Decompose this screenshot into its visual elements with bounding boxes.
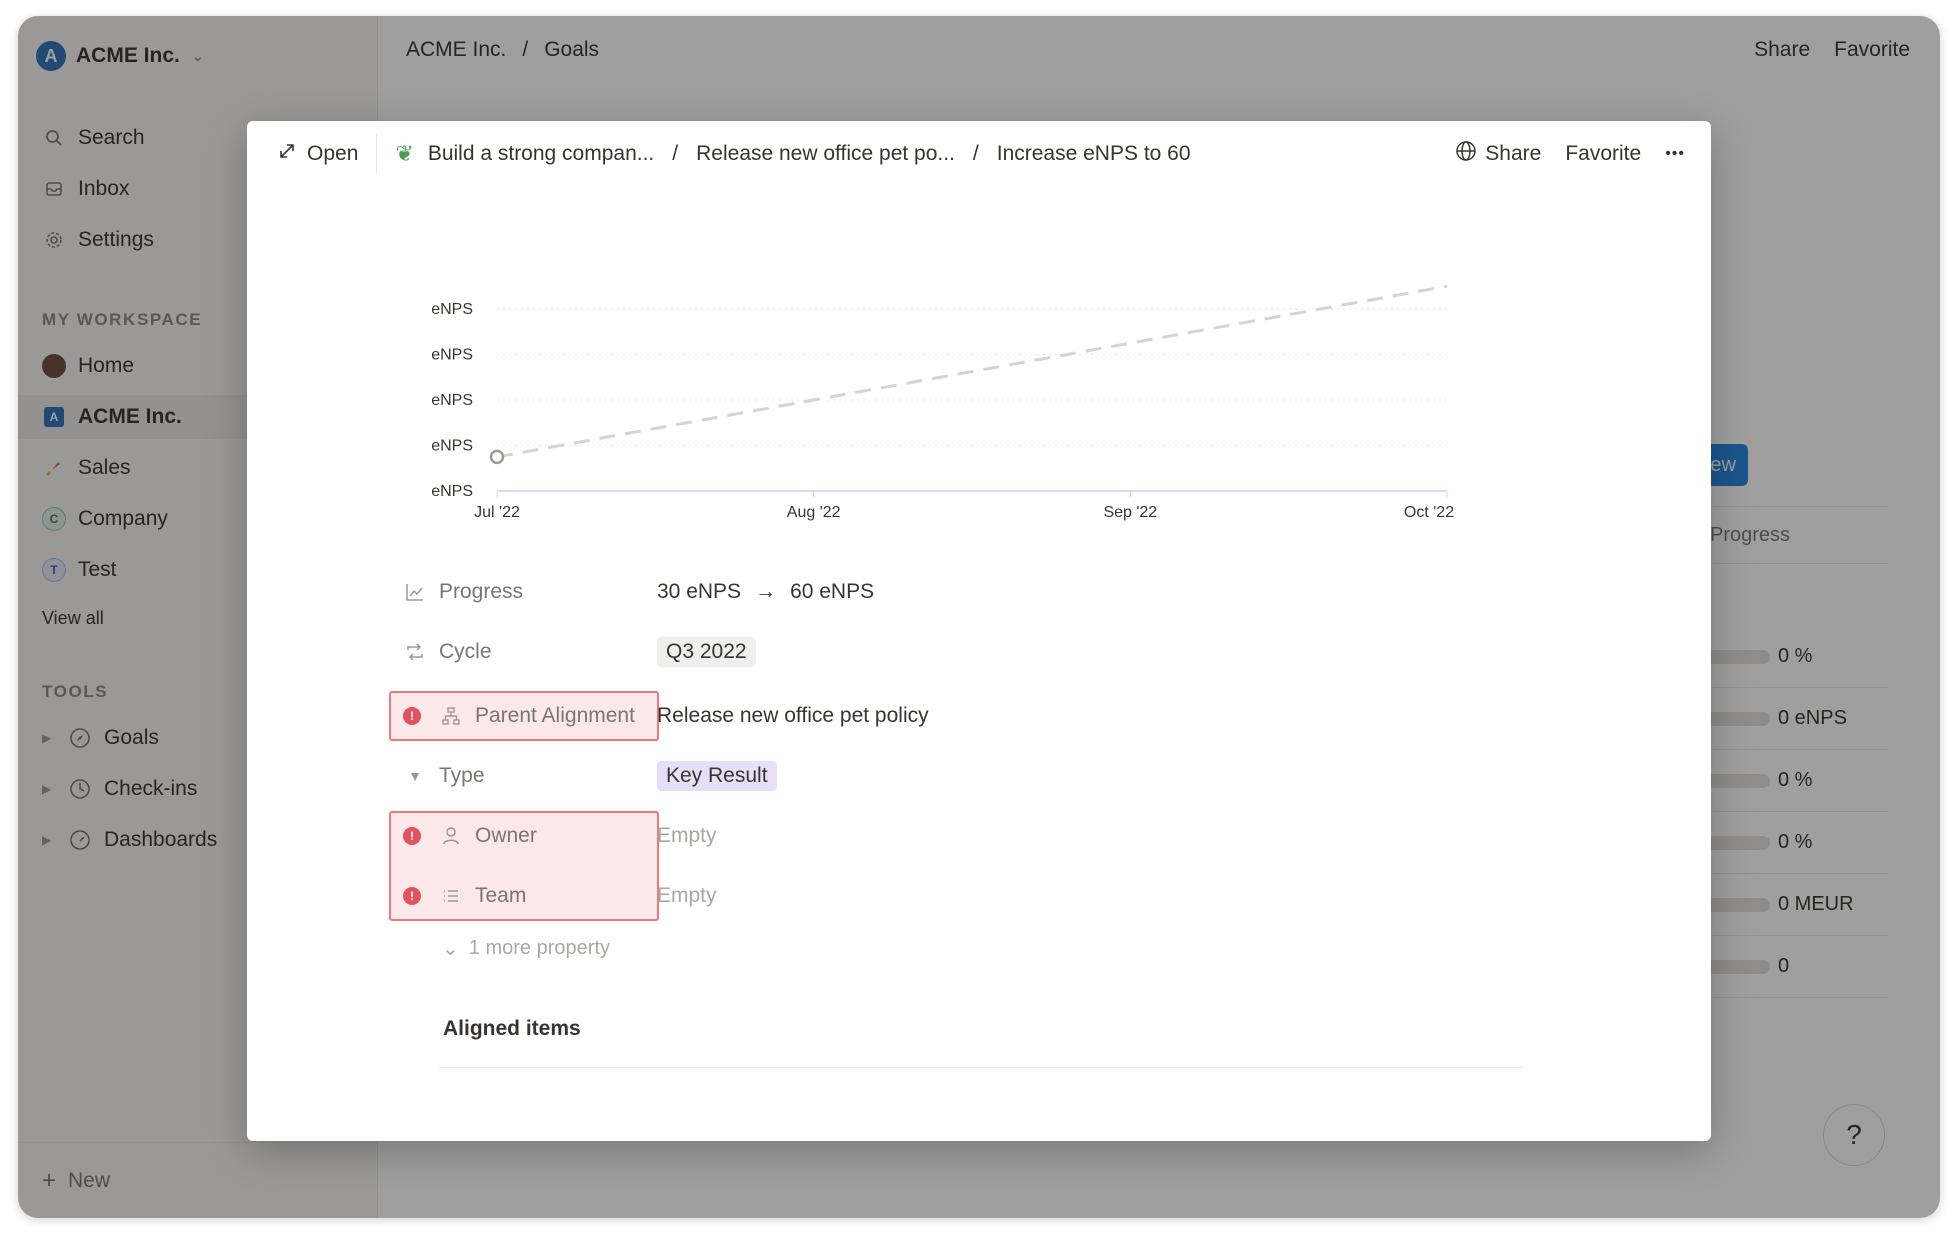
property-label: Progress — [439, 580, 524, 603]
chevron-down-icon: ⌄ — [442, 938, 459, 960]
person-icon — [439, 824, 463, 848]
y-tick-label: 56 eNPS — [427, 301, 473, 318]
property-type[interactable]: ▼ Type Key Result — [387, 752, 1387, 800]
modal-actions: Share Favorite ••• — [1455, 121, 1685, 187]
property-label: Parent Alignment — [475, 704, 635, 727]
more-properties-toggle[interactable]: ⌄ 1 more property — [442, 936, 610, 961]
open-full-page-button[interactable]: Open — [277, 134, 378, 174]
x-tick-label: Sep '22 — [1103, 504, 1157, 521]
property-owner[interactable]: ! Owner Empty — [387, 812, 1387, 860]
property-parent-alignment[interactable]: ! Parent Alignment Release new office pe… — [387, 692, 1387, 740]
x-tick-label: Oct '22 — [1404, 504, 1454, 521]
y-tick-label: 48 eNPS — [427, 347, 473, 364]
crumb-current[interactable]: Increase eNPS to 60 — [997, 142, 1191, 166]
expand-arrow-icon — [277, 141, 297, 167]
more-options-icon[interactable]: ••• — [1665, 145, 1685, 163]
property-value: Q3 2022 — [657, 637, 756, 667]
share-label: Share — [1485, 142, 1542, 165]
data-point — [489, 449, 505, 465]
goal-detail-modal: Open ❦ Build a strong compan... / Releas… — [247, 121, 1711, 1141]
list-icon — [439, 884, 463, 908]
progress-chart: 56 eNPS 48 eNPS 40 eNPS 32 eNPS 24 eNPSJul '… — [427, 284, 1454, 521]
property-name: ! Parent Alignment — [387, 704, 657, 728]
target-trend-line — [496, 284, 1448, 459]
property-value: Empty — [657, 884, 717, 908]
arrow-right-icon: → — [755, 580, 777, 603]
property-name: ! Owner — [387, 824, 657, 848]
progress-start: 30 eNPS — [657, 580, 742, 603]
globe-icon — [1455, 140, 1477, 168]
modal-share-button[interactable]: Share — [1455, 140, 1541, 168]
caret-down-icon: ▼ — [408, 768, 422, 784]
hierarchy-icon — [439, 704, 463, 728]
crumb-parent-goal[interactable]: Build a strong compan... — [428, 142, 654, 166]
y-tick-label: 40 eNPS — [427, 392, 473, 409]
progress-target: 60 eNPS — [790, 580, 875, 603]
property-name: Progress — [387, 580, 657, 604]
property-label: Team — [475, 884, 527, 907]
cycle-tag: Q3 2022 — [657, 637, 756, 667]
property-value: Empty — [657, 824, 717, 848]
property-cycle[interactable]: Cycle Q3 2022 — [387, 628, 1387, 676]
x-tick-label: Jul '22 — [474, 504, 520, 521]
property-label: Cycle — [439, 640, 492, 663]
line-chart-icon — [403, 580, 427, 604]
more-property-label: 1 more property — [468, 937, 610, 959]
property-value: 30 eNPS → 60 eNPS — [657, 580, 874, 604]
owner-empty[interactable]: Empty — [657, 824, 717, 848]
leaf-icon: ❦ — [395, 141, 414, 166]
error-icon: ! — [403, 707, 421, 725]
team-empty[interactable]: Empty — [657, 884, 717, 908]
error-icon: ! — [403, 827, 421, 845]
crumb-separator: / — [972, 142, 979, 165]
property-name: ! Team — [387, 884, 657, 908]
y-tick-label: 24 eNPS — [427, 483, 473, 500]
modal-breadcrumb: ❦ Build a strong compan... / Release new… — [395, 141, 1190, 167]
y-tick-label: 32 eNPS — [427, 438, 473, 455]
property-value: Release new office pet policy — [657, 704, 929, 728]
parent-alignment-value[interactable]: Release new office pet policy — [657, 704, 929, 728]
property-label: Owner — [475, 824, 537, 847]
open-label: Open — [307, 142, 359, 165]
property-label: Type — [439, 764, 485, 787]
cycle-icon — [403, 640, 427, 664]
property-progress[interactable]: Progress 30 eNPS → 60 eNPS — [387, 568, 1387, 616]
x-tick-label: Aug '22 — [787, 504, 841, 521]
property-name: Cycle — [387, 640, 657, 664]
crumb-parent-objective[interactable]: Release new office pet po... — [696, 142, 955, 166]
crumb-separator: / — [672, 142, 679, 165]
property-value: Key Result — [657, 761, 777, 791]
modal-favorite-button[interactable]: Favorite — [1565, 142, 1641, 166]
error-icon: ! — [403, 887, 421, 905]
app-window: A ACME Inc. ⌄ Search Inbox Settings MY W… — [18, 16, 1940, 1218]
modal-toolbar: Open ❦ Build a strong compan... / Releas… — [247, 121, 1711, 187]
property-team[interactable]: ! Team Empty — [387, 872, 1387, 920]
type-tag: Key Result — [657, 761, 777, 791]
divider — [439, 1067, 1523, 1068]
property-name: ▼ Type — [387, 764, 657, 788]
aligned-items-heading: Aligned items — [443, 1017, 581, 1040]
